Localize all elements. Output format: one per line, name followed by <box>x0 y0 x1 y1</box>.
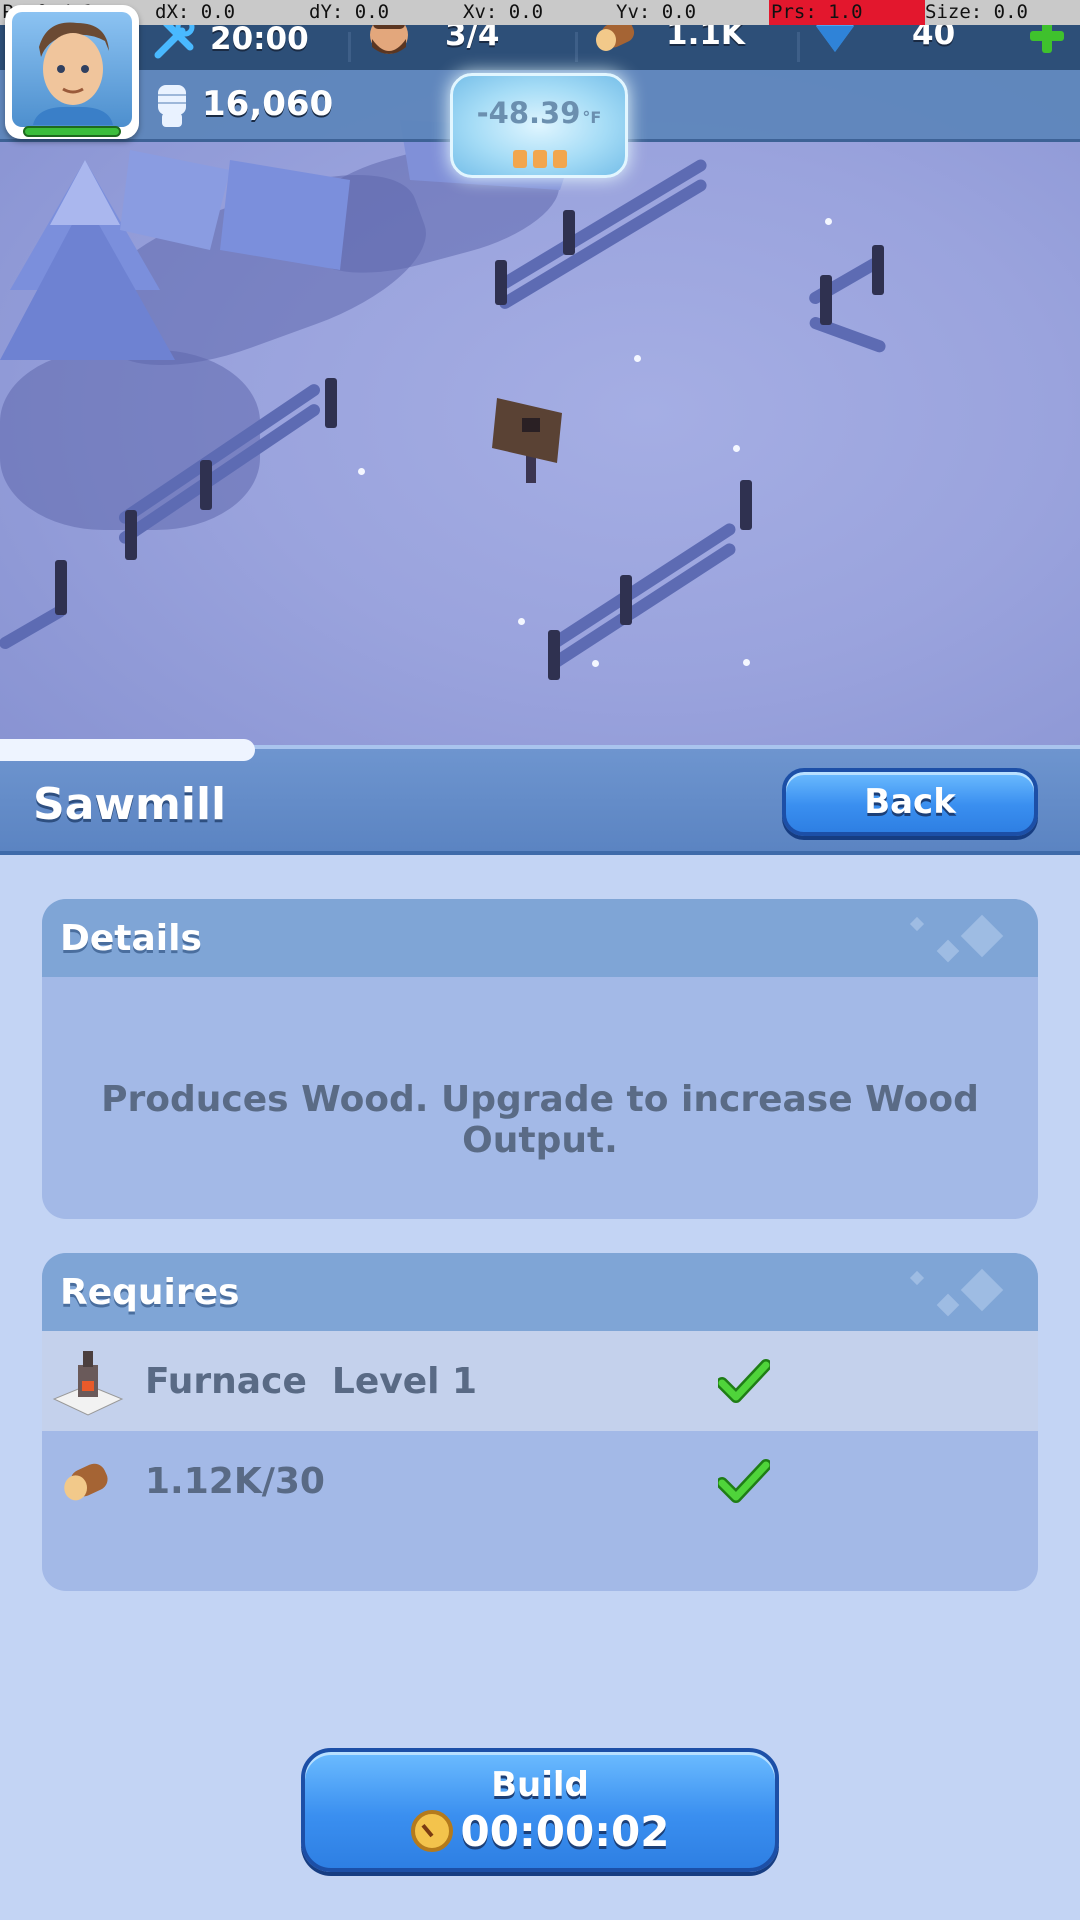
hero-portrait <box>33 22 113 125</box>
requirement-label: 1.12K/30 <box>145 1460 325 1502</box>
debug-dx: dX: 0.0 <box>155 1 236 23</box>
decorative-diamond <box>936 939 960 963</box>
snowflake <box>634 355 641 362</box>
snowflake <box>518 618 525 625</box>
decorative-diamond <box>909 1270 925 1286</box>
build-label: Build <box>491 1764 589 1805</box>
temperature-unit: °F <box>582 108 602 127</box>
furnace-icon <box>52 1351 124 1416</box>
temperature-value: -48.39 °F <box>476 96 602 130</box>
snow-ledge <box>0 739 255 761</box>
build-button[interactable]: Build 00:00:02 <box>301 1748 779 1872</box>
fence-post <box>125 510 137 560</box>
debug-yv: Yv: 0.0 <box>616 1 697 23</box>
health-bar <box>23 126 121 137</box>
fence-post <box>495 260 507 305</box>
decorative-diamond <box>936 1293 960 1317</box>
fence-post <box>740 480 752 530</box>
build-time: 00:00:02 <box>410 1806 670 1856</box>
wood-icon <box>64 1463 108 1501</box>
builders-timer: 20:00 <box>210 21 309 57</box>
snowflake <box>592 660 599 667</box>
snowflake <box>825 218 832 225</box>
power-value: 16,060 <box>202 84 334 124</box>
decorative-diamond <box>960 1268 1004 1312</box>
hud-separator <box>797 32 800 62</box>
snowy-tree <box>120 150 350 270</box>
fence-post <box>563 210 575 255</box>
snowflake <box>733 445 740 452</box>
clock-icon <box>410 1810 453 1852</box>
debug-xv: Xv: 0.0 <box>463 1 544 23</box>
player-avatar[interactable] <box>5 5 139 139</box>
fence-rail <box>807 255 883 307</box>
decorative-diamond <box>909 916 925 932</box>
back-button[interactable]: Back <box>782 768 1038 836</box>
hud-separator <box>575 32 578 62</box>
fence-rail <box>546 541 738 672</box>
decorative-diamond <box>960 914 1004 958</box>
debug-dy: dY: 0.0 <box>309 1 390 23</box>
debug-overlay: P: 0 / 1 dX: 0.0 dY: 0.0 Xv: 0.0 Yv: 0.0… <box>0 0 1080 25</box>
fence-post <box>548 630 560 680</box>
fence-post <box>55 560 67 615</box>
building-description: Produces Wood. Upgrade to increase Wood … <box>101 1079 979 1161</box>
fence-post <box>200 460 212 510</box>
fence-post <box>620 575 632 625</box>
checkmark-icon <box>718 1359 770 1403</box>
requirement-row-wood[interactable]: 1.12K/30 <box>42 1431 1038 1531</box>
temperature-level <box>513 150 567 168</box>
temperature-indicator[interactable]: -48.39 °F <box>450 73 628 178</box>
debug-prs: Prs: 1.0 <box>771 1 863 23</box>
fence-post <box>872 245 884 295</box>
signpost <box>492 398 562 483</box>
requires-panel: Requires Furnace Level 1 1.12K/30 <box>42 1253 1038 1591</box>
back-button-label: Back <box>864 782 956 822</box>
snowflake <box>358 468 365 475</box>
fence-rail <box>546 521 738 652</box>
checkmark-icon <box>718 1459 770 1503</box>
fence-post <box>820 275 832 325</box>
requirement-row-furnace[interactable]: Furnace Level 1 <box>42 1331 1038 1431</box>
requires-heading: Requires <box>60 1272 240 1313</box>
power-item[interactable]: 16,060 <box>152 79 333 129</box>
details-header: Details <box>42 899 1038 977</box>
details-panel: Details Produces Wood. Upgrade to increa… <box>42 899 1038 1219</box>
requirement-label: Furnace Level 1 <box>145 1360 478 1402</box>
requires-header: Requires <box>42 1253 1038 1331</box>
hud-separator <box>348 32 351 62</box>
fist-icon <box>158 85 186 127</box>
fence-post <box>325 378 337 428</box>
building-title: Sawmill <box>33 779 227 830</box>
build-time-value: 00:00:02 <box>460 1806 670 1856</box>
debug-size: Size: 0.0 <box>925 1 1028 23</box>
snowflake <box>743 659 750 666</box>
details-heading: Details <box>60 918 202 959</box>
